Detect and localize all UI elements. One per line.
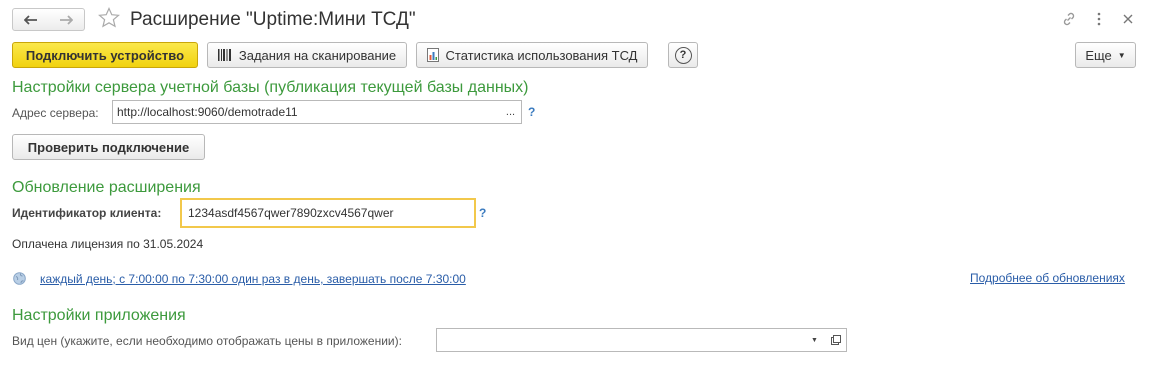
update-details-link[interactable]: Подробнее об обновлениях [970,271,1125,285]
scan-tasks-label: Задания на сканирование [238,47,397,63]
barcode-icon [217,49,232,61]
arrow-right-icon [60,14,73,25]
usage-stats-label: Статистика использования ТСД [445,47,638,63]
chevron-down-icon: ▼ [811,336,818,344]
server-settings-title: Настройки сервера учетной базы (публикац… [12,79,529,96]
client-id-input[interactable]: 1234asdf4567qwer7890zxcv4567qwer [180,198,476,228]
more-label: Еще [1085,47,1112,63]
forward-button[interactable] [48,8,85,31]
help-icon: ? [674,46,692,64]
check-connection-button[interactable]: Проверить подключение [12,134,205,160]
client-id-label: Идентификатор клиента: [12,206,162,220]
server-address-input[interactable]: http://localhost:9060/demotrade11 [112,100,501,124]
server-address-select-button[interactable]: ... [500,100,522,124]
license-status-text: Оплачена лицензия по 31.05.2024 [12,237,204,251]
server-address-label: Адрес сервера: [12,106,99,120]
scan-tasks-button[interactable]: Задания на сканирование [207,42,407,68]
dropdown-arrow-icon: ▼ [1117,50,1126,60]
client-id-help-icon[interactable]: ? [479,206,486,220]
connect-device-button[interactable]: Подключить устройство [12,42,198,68]
favorite-star-icon[interactable] [97,6,121,33]
page-title: Расширение "Uptime:Мини ТСД" [130,9,416,30]
open-window-icon [830,335,841,345]
usage-stats-button[interactable]: Статистика использования ТСД [416,42,648,68]
more-vertical-icon[interactable] [1090,10,1108,28]
help-button[interactable]: ? [668,42,698,68]
price-type-label: Вид цен (укажите, если необходимо отобра… [12,334,402,348]
report-icon [426,48,439,62]
more-menu-button[interactable]: Еще ▼ [1075,42,1136,68]
price-type-select[interactable] [436,328,805,352]
back-button[interactable] [12,8,49,31]
price-type-dropdown-button[interactable]: ▼ [804,328,826,352]
price-type-open-button[interactable] [825,328,847,352]
close-icon[interactable] [1119,10,1137,28]
app-settings-title: Настройки приложения [12,307,186,324]
schedule-globe-icon [13,272,26,288]
link-icon[interactable] [1060,10,1078,28]
schedule-link[interactable]: каждый день; с 7:00:00 по 7:30:00 один р… [40,272,466,286]
server-address-help-icon[interactable]: ? [528,105,535,119]
arrow-left-icon [23,14,37,25]
extension-update-title: Обновление расширения [12,179,201,196]
